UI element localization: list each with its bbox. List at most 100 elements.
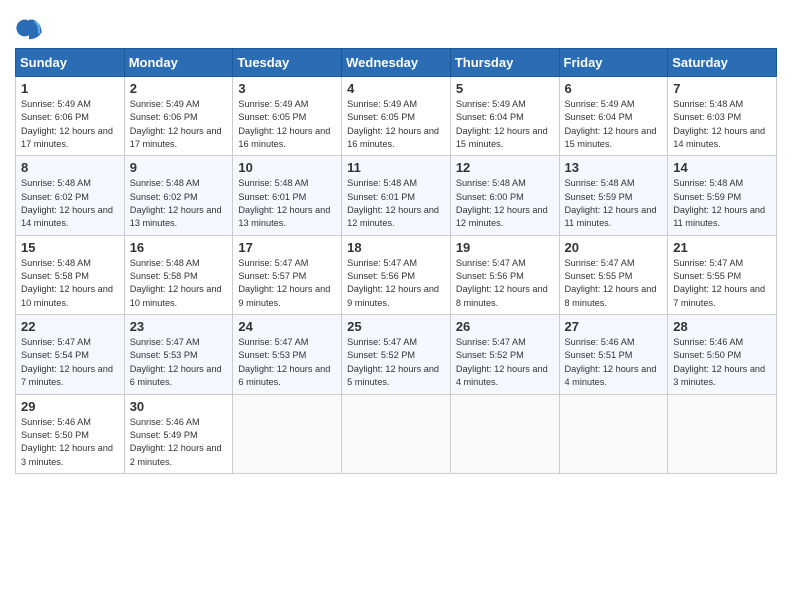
calendar-header-row: SundayMondayTuesdayWednesdayThursdayFrid… (16, 49, 777, 77)
calendar-cell: 8 Sunrise: 5:48 AM Sunset: 6:02 PM Dayli… (16, 156, 125, 235)
day-info: Sunrise: 5:48 AM Sunset: 6:02 PM Dayligh… (21, 177, 119, 230)
day-info: Sunrise: 5:46 AM Sunset: 5:50 PM Dayligh… (21, 416, 119, 469)
day-number: 18 (347, 240, 445, 255)
day-info: Sunrise: 5:46 AM Sunset: 5:50 PM Dayligh… (673, 336, 771, 389)
day-number: 17 (238, 240, 336, 255)
calendar-cell: 19 Sunrise: 5:47 AM Sunset: 5:56 PM Dayl… (450, 235, 559, 314)
day-number: 22 (21, 319, 119, 334)
calendar-week-row: 1 Sunrise: 5:49 AM Sunset: 6:06 PM Dayli… (16, 77, 777, 156)
day-info: Sunrise: 5:47 AM Sunset: 5:55 PM Dayligh… (565, 257, 663, 310)
logo-icon (15, 14, 43, 42)
calendar-cell: 28 Sunrise: 5:46 AM Sunset: 5:50 PM Dayl… (668, 315, 777, 394)
day-info: Sunrise: 5:49 AM Sunset: 6:05 PM Dayligh… (238, 98, 336, 151)
day-info: Sunrise: 5:49 AM Sunset: 6:06 PM Dayligh… (21, 98, 119, 151)
calendar-cell: 23 Sunrise: 5:47 AM Sunset: 5:53 PM Dayl… (124, 315, 233, 394)
day-number: 12 (456, 160, 554, 175)
day-info: Sunrise: 5:46 AM Sunset: 5:51 PM Dayligh… (565, 336, 663, 389)
day-info: Sunrise: 5:47 AM Sunset: 5:53 PM Dayligh… (238, 336, 336, 389)
day-info: Sunrise: 5:47 AM Sunset: 5:53 PM Dayligh… (130, 336, 228, 389)
header (15, 10, 777, 42)
calendar-cell: 27 Sunrise: 5:46 AM Sunset: 5:51 PM Dayl… (559, 315, 668, 394)
day-number: 2 (130, 81, 228, 96)
calendar-cell: 30 Sunrise: 5:46 AM Sunset: 5:49 PM Dayl… (124, 394, 233, 473)
day-number: 29 (21, 399, 119, 414)
day-info: Sunrise: 5:49 AM Sunset: 6:04 PM Dayligh… (565, 98, 663, 151)
calendar-cell: 16 Sunrise: 5:48 AM Sunset: 5:58 PM Dayl… (124, 235, 233, 314)
weekday-header: Friday (559, 49, 668, 77)
calendar-cell (668, 394, 777, 473)
calendar-cell: 5 Sunrise: 5:49 AM Sunset: 6:04 PM Dayli… (450, 77, 559, 156)
calendar-cell (559, 394, 668, 473)
calendar-cell: 22 Sunrise: 5:47 AM Sunset: 5:54 PM Dayl… (16, 315, 125, 394)
day-number: 4 (347, 81, 445, 96)
day-info: Sunrise: 5:49 AM Sunset: 6:04 PM Dayligh… (456, 98, 554, 151)
calendar-cell: 21 Sunrise: 5:47 AM Sunset: 5:55 PM Dayl… (668, 235, 777, 314)
calendar-cell: 25 Sunrise: 5:47 AM Sunset: 5:52 PM Dayl… (342, 315, 451, 394)
day-number: 13 (565, 160, 663, 175)
weekday-header: Thursday (450, 49, 559, 77)
calendar-cell: 10 Sunrise: 5:48 AM Sunset: 6:01 PM Dayl… (233, 156, 342, 235)
day-info: Sunrise: 5:48 AM Sunset: 6:00 PM Dayligh… (456, 177, 554, 230)
day-number: 5 (456, 81, 554, 96)
calendar-cell (342, 394, 451, 473)
weekday-header: Wednesday (342, 49, 451, 77)
day-number: 28 (673, 319, 771, 334)
calendar-cell: 3 Sunrise: 5:49 AM Sunset: 6:05 PM Dayli… (233, 77, 342, 156)
day-number: 9 (130, 160, 228, 175)
day-number: 19 (456, 240, 554, 255)
calendar-week-row: 15 Sunrise: 5:48 AM Sunset: 5:58 PM Dayl… (16, 235, 777, 314)
day-number: 23 (130, 319, 228, 334)
calendar-cell: 7 Sunrise: 5:48 AM Sunset: 6:03 PM Dayli… (668, 77, 777, 156)
day-info: Sunrise: 5:47 AM Sunset: 5:56 PM Dayligh… (347, 257, 445, 310)
day-info: Sunrise: 5:48 AM Sunset: 5:58 PM Dayligh… (130, 257, 228, 310)
day-info: Sunrise: 5:48 AM Sunset: 5:59 PM Dayligh… (673, 177, 771, 230)
calendar-cell: 13 Sunrise: 5:48 AM Sunset: 5:59 PM Dayl… (559, 156, 668, 235)
calendar-cell: 17 Sunrise: 5:47 AM Sunset: 5:57 PM Dayl… (233, 235, 342, 314)
day-number: 10 (238, 160, 336, 175)
day-info: Sunrise: 5:47 AM Sunset: 5:52 PM Dayligh… (456, 336, 554, 389)
day-info: Sunrise: 5:48 AM Sunset: 6:01 PM Dayligh… (238, 177, 336, 230)
calendar-week-row: 8 Sunrise: 5:48 AM Sunset: 6:02 PM Dayli… (16, 156, 777, 235)
day-number: 15 (21, 240, 119, 255)
day-info: Sunrise: 5:49 AM Sunset: 6:05 PM Dayligh… (347, 98, 445, 151)
day-info: Sunrise: 5:48 AM Sunset: 6:03 PM Dayligh… (673, 98, 771, 151)
day-info: Sunrise: 5:49 AM Sunset: 6:06 PM Dayligh… (130, 98, 228, 151)
calendar-cell: 11 Sunrise: 5:48 AM Sunset: 6:01 PM Dayl… (342, 156, 451, 235)
day-info: Sunrise: 5:47 AM Sunset: 5:56 PM Dayligh… (456, 257, 554, 310)
day-number: 1 (21, 81, 119, 96)
day-number: 7 (673, 81, 771, 96)
day-number: 27 (565, 319, 663, 334)
day-number: 16 (130, 240, 228, 255)
calendar-cell (233, 394, 342, 473)
calendar-table: SundayMondayTuesdayWednesdayThursdayFrid… (15, 48, 777, 474)
calendar-cell: 6 Sunrise: 5:49 AM Sunset: 6:04 PM Dayli… (559, 77, 668, 156)
weekday-header: Saturday (668, 49, 777, 77)
weekday-header: Monday (124, 49, 233, 77)
day-number: 8 (21, 160, 119, 175)
weekday-header: Tuesday (233, 49, 342, 77)
day-info: Sunrise: 5:48 AM Sunset: 5:58 PM Dayligh… (21, 257, 119, 310)
day-info: Sunrise: 5:47 AM Sunset: 5:57 PM Dayligh… (238, 257, 336, 310)
day-number: 24 (238, 319, 336, 334)
calendar-cell: 20 Sunrise: 5:47 AM Sunset: 5:55 PM Dayl… (559, 235, 668, 314)
day-info: Sunrise: 5:47 AM Sunset: 5:52 PM Dayligh… (347, 336, 445, 389)
calendar-cell: 2 Sunrise: 5:49 AM Sunset: 6:06 PM Dayli… (124, 77, 233, 156)
day-number: 26 (456, 319, 554, 334)
day-info: Sunrise: 5:48 AM Sunset: 6:01 PM Dayligh… (347, 177, 445, 230)
day-number: 6 (565, 81, 663, 96)
day-number: 21 (673, 240, 771, 255)
logo (15, 14, 45, 42)
day-info: Sunrise: 5:46 AM Sunset: 5:49 PM Dayligh… (130, 416, 228, 469)
day-info: Sunrise: 5:47 AM Sunset: 5:55 PM Dayligh… (673, 257, 771, 310)
day-number: 14 (673, 160, 771, 175)
day-number: 11 (347, 160, 445, 175)
day-info: Sunrise: 5:48 AM Sunset: 5:59 PM Dayligh… (565, 177, 663, 230)
calendar-cell (450, 394, 559, 473)
day-info: Sunrise: 5:47 AM Sunset: 5:54 PM Dayligh… (21, 336, 119, 389)
day-number: 25 (347, 319, 445, 334)
calendar-cell: 18 Sunrise: 5:47 AM Sunset: 5:56 PM Dayl… (342, 235, 451, 314)
calendar-week-row: 29 Sunrise: 5:46 AM Sunset: 5:50 PM Dayl… (16, 394, 777, 473)
calendar-cell: 1 Sunrise: 5:49 AM Sunset: 6:06 PM Dayli… (16, 77, 125, 156)
calendar-cell: 4 Sunrise: 5:49 AM Sunset: 6:05 PM Dayli… (342, 77, 451, 156)
calendar-cell: 29 Sunrise: 5:46 AM Sunset: 5:50 PM Dayl… (16, 394, 125, 473)
